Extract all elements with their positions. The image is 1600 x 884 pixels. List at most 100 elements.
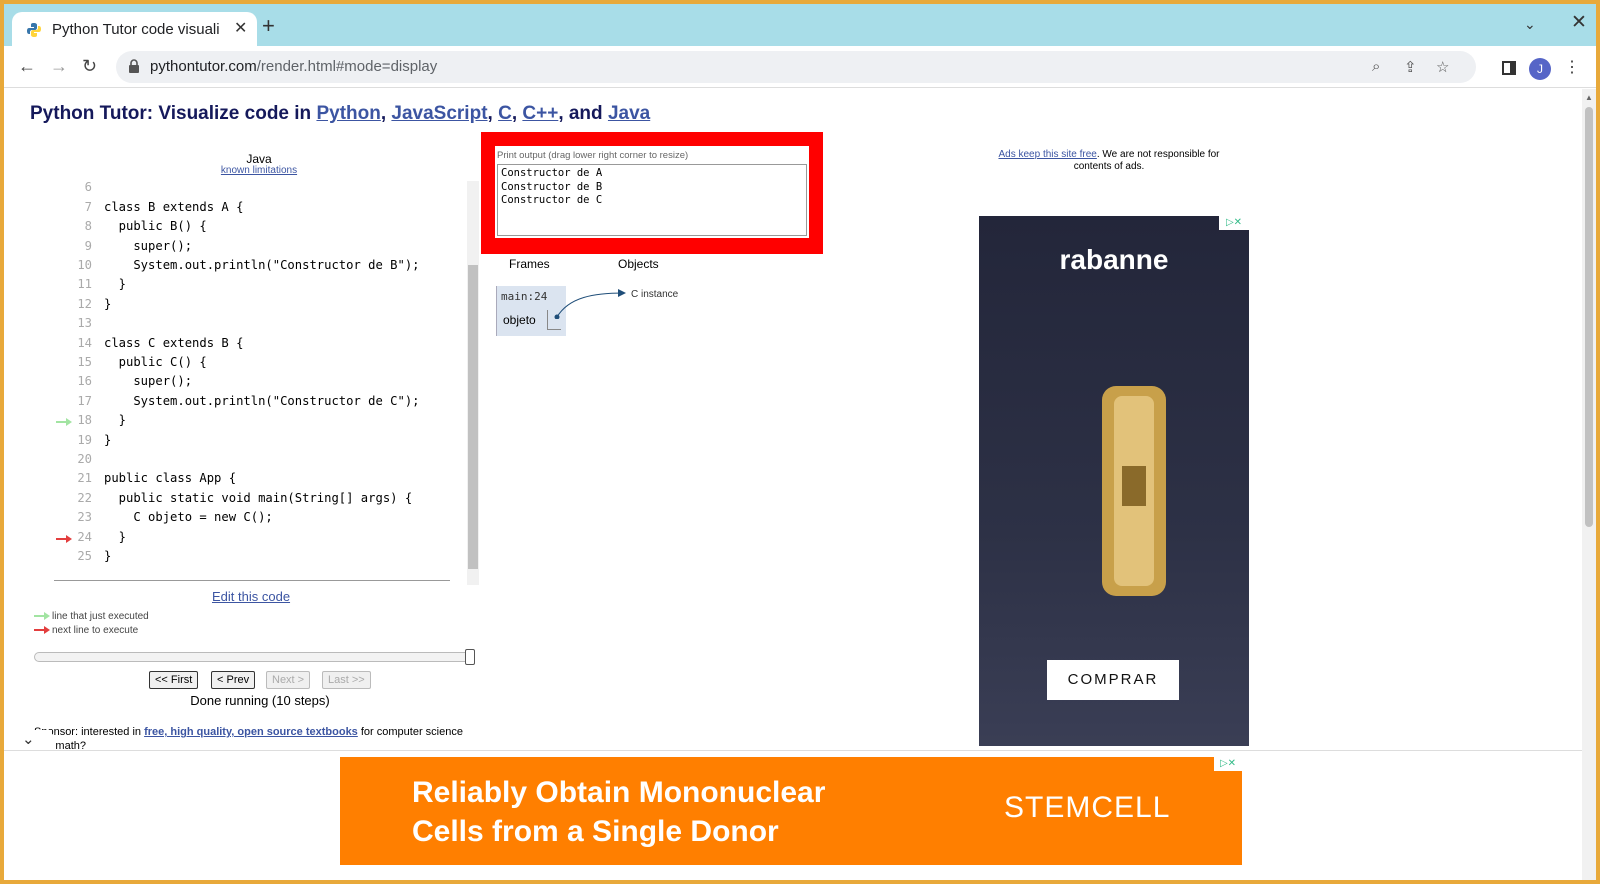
last-button[interactable]: Last >> [322,671,371,689]
page-title: Python Tutor: Visualize code in Python, … [30,103,651,124]
object-label: C instance [631,289,679,300]
line-text: public static void main(String[] args) { [104,490,413,505]
code-scrollbar[interactable] [467,181,479,585]
tab-strip: Python Tutor code visuali ✕ + ⌄ ✕ [4,4,1596,46]
line-number: 19 [77,432,92,447]
just-executed-arrow-icon [56,418,72,427]
line-number: 21 [77,471,92,486]
line-number: 8 [84,219,92,234]
tab-search-chevron-icon[interactable]: ⌄ [1524,16,1536,33]
print-output-highlight: Print output (drag lower right corner to… [481,132,823,254]
run-status: Done running (10 steps) [190,693,330,708]
line-number: 9 [84,238,92,253]
reload-icon[interactable]: ↻ [82,56,97,77]
python-link[interactable]: Python [316,103,380,124]
scroll-up-icon[interactable]: ▲ [1585,93,1593,102]
red-arrow-icon [34,626,50,635]
javascript-link[interactable]: JavaScript [391,103,487,124]
variable-name: objeto [503,313,536,327]
page-content: Python Tutor: Visualize code in Python, … [4,89,1582,880]
next-button[interactable]: Next > [266,671,311,689]
browser-toolbar: ← → ↻ pythontutor.com/render.html#mode=d… [4,46,1596,88]
code-scrollbar-thumb[interactable] [468,265,478,569]
code-line: 18 } [54,413,450,432]
code-line: 14 class C extends B { [54,336,450,355]
browser-tab[interactable]: Python Tutor code visuali ✕ [12,12,257,46]
back-icon[interactable]: ← [18,56,36,77]
line-text: super(); [104,238,193,253]
edit-code-link[interactable]: Edit this code [212,589,290,604]
print-output-panel: Print output (drag lower right corner to… [495,146,809,238]
side-panel-icon[interactable] [1502,61,1516,75]
bookmark-star-icon[interactable]: ☆ [1436,58,1449,76]
textbooks-link[interactable]: free, high quality, open source textbook… [144,726,358,738]
line-number: 20 [77,452,92,466]
code-line: 6 [54,180,450,199]
ad-headline: Reliably Obtain Mononuclear Cells from a … [412,776,826,848]
collapse-panel[interactable]: ⌄ [4,730,52,752]
c-link[interactable]: C [498,103,512,124]
step-slider-handle[interactable] [465,649,475,665]
line-text: public C() { [104,355,207,369]
perfume-ad[interactable]: ▷✕ rabanne COMPRAR [979,216,1249,746]
language-label: Java [246,152,272,166]
stemcell-logo: STEMCELL [1004,791,1171,824]
print-output-text[interactable]: Constructor de A Constructor de B Constr… [497,164,807,236]
line-text: } [104,277,127,292]
line-text: } [104,529,127,544]
adchoices-icon[interactable]: ▷✕ [1214,757,1242,771]
code-line: 9 super(); [54,239,450,258]
perfume-bottle-icon [1102,386,1166,596]
code-line: 19} [54,433,450,452]
share-icon[interactable]: ⇪ [1404,58,1417,76]
ads-note-link[interactable]: Ads keep this site free [998,149,1096,160]
profile-avatar[interactable]: J [1529,58,1551,80]
page-scrollbar-thumb[interactable] [1585,107,1593,527]
browser-window: Python Tutor code visuali ✕ + ⌄ ✕ ← → ↻ … [4,4,1596,880]
cpp-link[interactable]: C++ [522,103,558,124]
new-tab-icon[interactable]: + [262,13,275,39]
line-text: } [104,413,127,428]
chevron-down-icon[interactable]: ⌄ [22,730,35,748]
browser-menu-icon[interactable]: ⋮ [1564,57,1580,77]
code-line: 22 public static void main(String[] args… [54,491,450,510]
lock-icon [129,59,139,73]
adchoices-icon[interactable]: ▷✕ [1219,216,1249,230]
line-number: 16 [77,374,92,389]
page-scrollbar[interactable]: ▲ [1582,89,1596,880]
window-close-icon[interactable]: ✕ [1571,11,1587,34]
line-number: 13 [77,316,92,331]
address-bar[interactable]: pythontutor.com/render.html#mode=display… [116,51,1476,83]
java-link[interactable]: Java [608,103,650,124]
line-text: } [104,549,112,563]
line-number: 14 [77,335,92,350]
url-text: pythontutor.com/render.html#mode=display [150,58,438,75]
line-text: } [104,296,112,311]
stemcell-ad[interactable]: ▷✕ Reliably Obtain Mononuclear Cells from… [340,757,1242,865]
step-slider[interactable] [34,649,475,665]
line-number: 10 [77,258,92,272]
print-output-label: Print output (drag lower right corner to… [497,150,689,161]
code-line: 7 class B extends A { [54,200,450,219]
code-line: 21 public class App { [54,471,450,490]
line-number: 22 [77,490,92,505]
ad-note: Ads keep this site free. We are not resp… [998,149,1220,172]
line-text: class B extends A { [104,199,244,214]
python-logo-icon [27,23,41,37]
prev-button[interactable]: < Prev [211,671,256,689]
zoom-icon[interactable]: ⌕ [1372,58,1380,75]
code-line: 15 public C() { [54,355,450,374]
green-arrow-icon [34,612,50,621]
first-button[interactable]: << First [149,671,199,689]
line-text: C objeto = new C(); [104,510,273,525]
line-number: 15 [77,355,92,369]
ad-buy-button[interactable]: COMPRAR [1047,660,1179,700]
forward-icon[interactable]: → [50,56,68,77]
line-text: class C extends B { [104,335,244,350]
code-line: 11 } [54,277,450,296]
next-line-arrow-icon [56,534,72,543]
line-text: System.out.println("Constructor de B"); [104,258,420,272]
code-line: 24 } [54,530,450,549]
code-line: 8 public B() { [54,219,450,238]
tab-close-icon[interactable]: ✕ [234,18,247,38]
